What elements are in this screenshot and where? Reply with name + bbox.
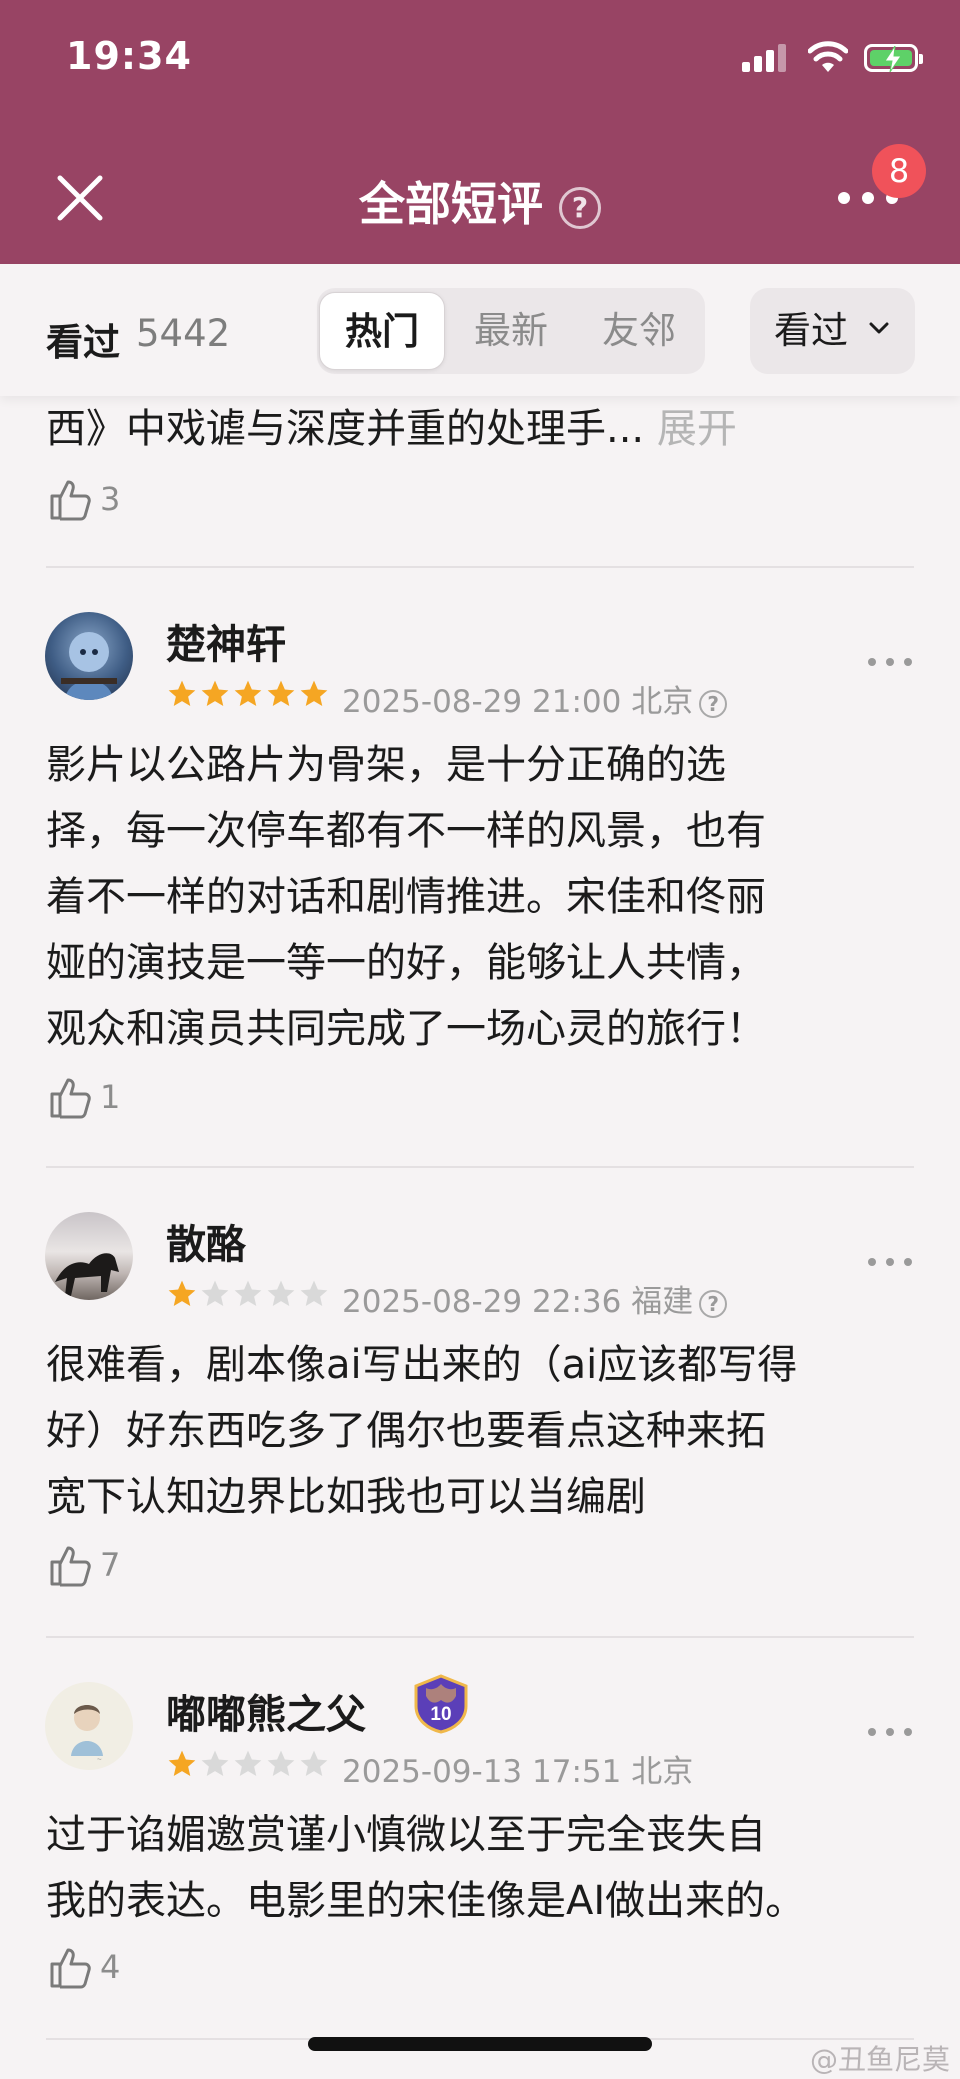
location-help-icon[interactable]: ? — [699, 1289, 728, 1318]
tab-friends[interactable]: 友邻 — [576, 292, 702, 370]
review-body: 过于谄媚邀赏谨小慎微以至于完全丧失自 我的表达。电影里的宋佳像是AI做出来的。 — [46, 1802, 805, 1934]
review-item: 楚神轩 2025-08-29 21:00 北京? 影片以公路片为骨架，是十分正确… — [0, 568, 960, 1166]
avatar[interactable] — [45, 1212, 133, 1300]
star-empty-icon — [267, 1280, 295, 1306]
avatar[interactable]: ~ — [45, 1682, 133, 1770]
review-text: 西》中戏谑与深度并重的处理手... 展开 — [46, 396, 737, 462]
review-line: 宽下认知边界比如我也可以当编剧 — [46, 1474, 646, 1520]
tab-hot[interactable]: 热门 — [319, 292, 445, 370]
star-empty-icon — [300, 1750, 328, 1776]
username[interactable]: 散酪 — [166, 1212, 246, 1270]
review-item: 散酪 2025-08-29 22:36 福建? 很难看，剧本像ai写出来的（ai… — [0, 1168, 960, 1636]
expand-link[interactable]: 展开 — [657, 406, 737, 452]
username[interactable]: 楚神轩 — [166, 612, 286, 670]
like-button[interactable]: 7 — [48, 1540, 120, 1590]
star-empty-icon — [201, 1280, 229, 1306]
svg-text:~: ~ — [97, 1755, 102, 1764]
review-line: 影片以公路片为骨架，是十分正确的选 — [46, 742, 726, 788]
avatar[interactable] — [45, 612, 133, 700]
thumbs-up-icon — [50, 480, 91, 521]
chevron-down-icon — [869, 322, 889, 334]
tab-latest[interactable]: 最新 — [448, 292, 574, 370]
review-line: 着不一样的对话和剧情推进。宋佳和佟丽 — [46, 874, 766, 920]
star-filled-icon — [168, 680, 196, 706]
home-indicator[interactable] — [308, 2037, 652, 2051]
star-empty-icon — [300, 1280, 328, 1306]
star-rating — [166, 678, 330, 714]
level-badge-icon: 10 — [414, 1674, 468, 1734]
thumbs-up-icon — [50, 1948, 91, 1989]
review-more-icon[interactable] — [868, 1726, 914, 1738]
review-line: 好）好东西吃多了偶尔也要看点这种来拓 — [46, 1408, 766, 1454]
review-text-tail: 西》中戏谑与深度并重的处理手... — [46, 406, 645, 452]
star-filled-icon — [234, 680, 262, 706]
watched-filter-dropdown[interactable]: 看过 — [750, 288, 915, 374]
battery-icon — [864, 44, 923, 72]
star-empty-icon — [201, 1750, 229, 1776]
like-count: 3 — [100, 480, 121, 518]
app-header: 19:34 全部短评? 8 — [0, 0, 960, 264]
star-filled-icon — [267, 680, 295, 706]
level-number: 10 — [430, 1704, 451, 1725]
status-icons — [742, 40, 923, 76]
review-datetime: 2025-09-13 17:51 — [342, 1754, 622, 1790]
star-filled-icon — [300, 680, 328, 706]
like-button[interactable]: 4 — [48, 1942, 120, 1992]
review-more-icon[interactable] — [868, 656, 914, 668]
review-meta: 2025-09-13 17:51 北京 — [342, 1746, 693, 1791]
like-count: 4 — [100, 1948, 121, 1986]
status-time: 19:34 — [66, 34, 192, 78]
star-filled-icon — [201, 680, 229, 706]
location-help-icon[interactable]: ? — [699, 689, 728, 718]
star-filled-icon — [168, 1750, 196, 1776]
review-location: 北京 — [631, 684, 694, 720]
review-item: ~ 嘟嘟熊之父 10 2025-09-13 17:51 北京 过于谄媚邀赏谨小慎… — [0, 1638, 960, 2038]
notification-badge[interactable]: 8 — [872, 144, 926, 198]
review-meta: 2025-08-29 22:36 福建? — [342, 1276, 728, 1321]
review-datetime: 2025-08-29 22:36 — [342, 1284, 622, 1320]
like-button[interactable]: 1 — [48, 1072, 120, 1122]
review-line: 观众和演员共同完成了一场心灵的旅行！ — [46, 1006, 766, 1052]
watermark: @丑鱼尼莫 — [809, 2043, 950, 2076]
review-line: 择，每一次停车都有不一样的风景，也有 — [46, 808, 766, 854]
review-body: 影片以公路片为骨架，是十分正确的选 择，每一次停车都有不一样的风景，也有 着不一… — [46, 732, 766, 1062]
review-line: 很难看，剧本像ai写出来的（ai应该都写得 — [46, 1342, 798, 1388]
star-empty-icon — [234, 1750, 262, 1776]
help-icon[interactable]: ? — [559, 186, 601, 229]
review-list: 西》中戏谑与深度并重的处理手... 展开 3 楚神轩 2025-08-29 21… — [0, 396, 960, 2040]
sort-tabs: 热门 最新 友邻 — [317, 288, 705, 374]
star-empty-icon — [267, 1750, 295, 1776]
dropdown-label: 看过 — [774, 309, 848, 352]
like-count: 7 — [100, 1546, 121, 1584]
seen-count: 5442 — [136, 312, 231, 355]
star-rating — [166, 1748, 330, 1784]
like-count: 1 — [100, 1078, 121, 1116]
review-line: 娅的演技是一等一的好，能够让人共情， — [46, 940, 766, 986]
username[interactable]: 嘟嘟熊之父 — [166, 1682, 366, 1740]
thumbs-up-icon — [50, 1078, 91, 1119]
thumbs-up-icon — [50, 1546, 91, 1587]
review-location: 福建 — [631, 1284, 694, 1320]
like-button[interactable]: 3 — [48, 474, 120, 524]
review-body: 很难看，剧本像ai写出来的（ai应该都写得 好）好东西吃多了偶尔也要看点这种来拓… — [46, 1332, 797, 1530]
review-datetime: 2025-08-29 21:00 — [342, 684, 622, 720]
partial-review: 西》中戏谑与深度并重的处理手... 展开 3 — [0, 396, 960, 566]
review-location: 北京 — [631, 1754, 694, 1790]
review-line: 我的表达。电影里的宋佳像是AI做出来的。 — [46, 1878, 806, 1924]
wifi-icon — [808, 41, 848, 72]
review-meta: 2025-08-29 21:00 北京? — [342, 676, 728, 721]
star-rating — [166, 1278, 330, 1314]
seen-label: 看过 — [46, 321, 120, 364]
signal-icon — [742, 42, 788, 72]
review-line: 过于谄媚邀赏谨小慎微以至于完全丧失自 — [46, 1812, 766, 1858]
page-title-text: 全部短评 — [359, 177, 543, 231]
filter-bar: 看过 5442 热门 最新 友邻 看过 — [0, 264, 960, 396]
review-more-icon[interactable] — [868, 1256, 914, 1268]
star-empty-icon — [234, 1280, 262, 1306]
page-title: 全部短评? — [0, 168, 960, 234]
star-filled-icon — [168, 1280, 196, 1306]
